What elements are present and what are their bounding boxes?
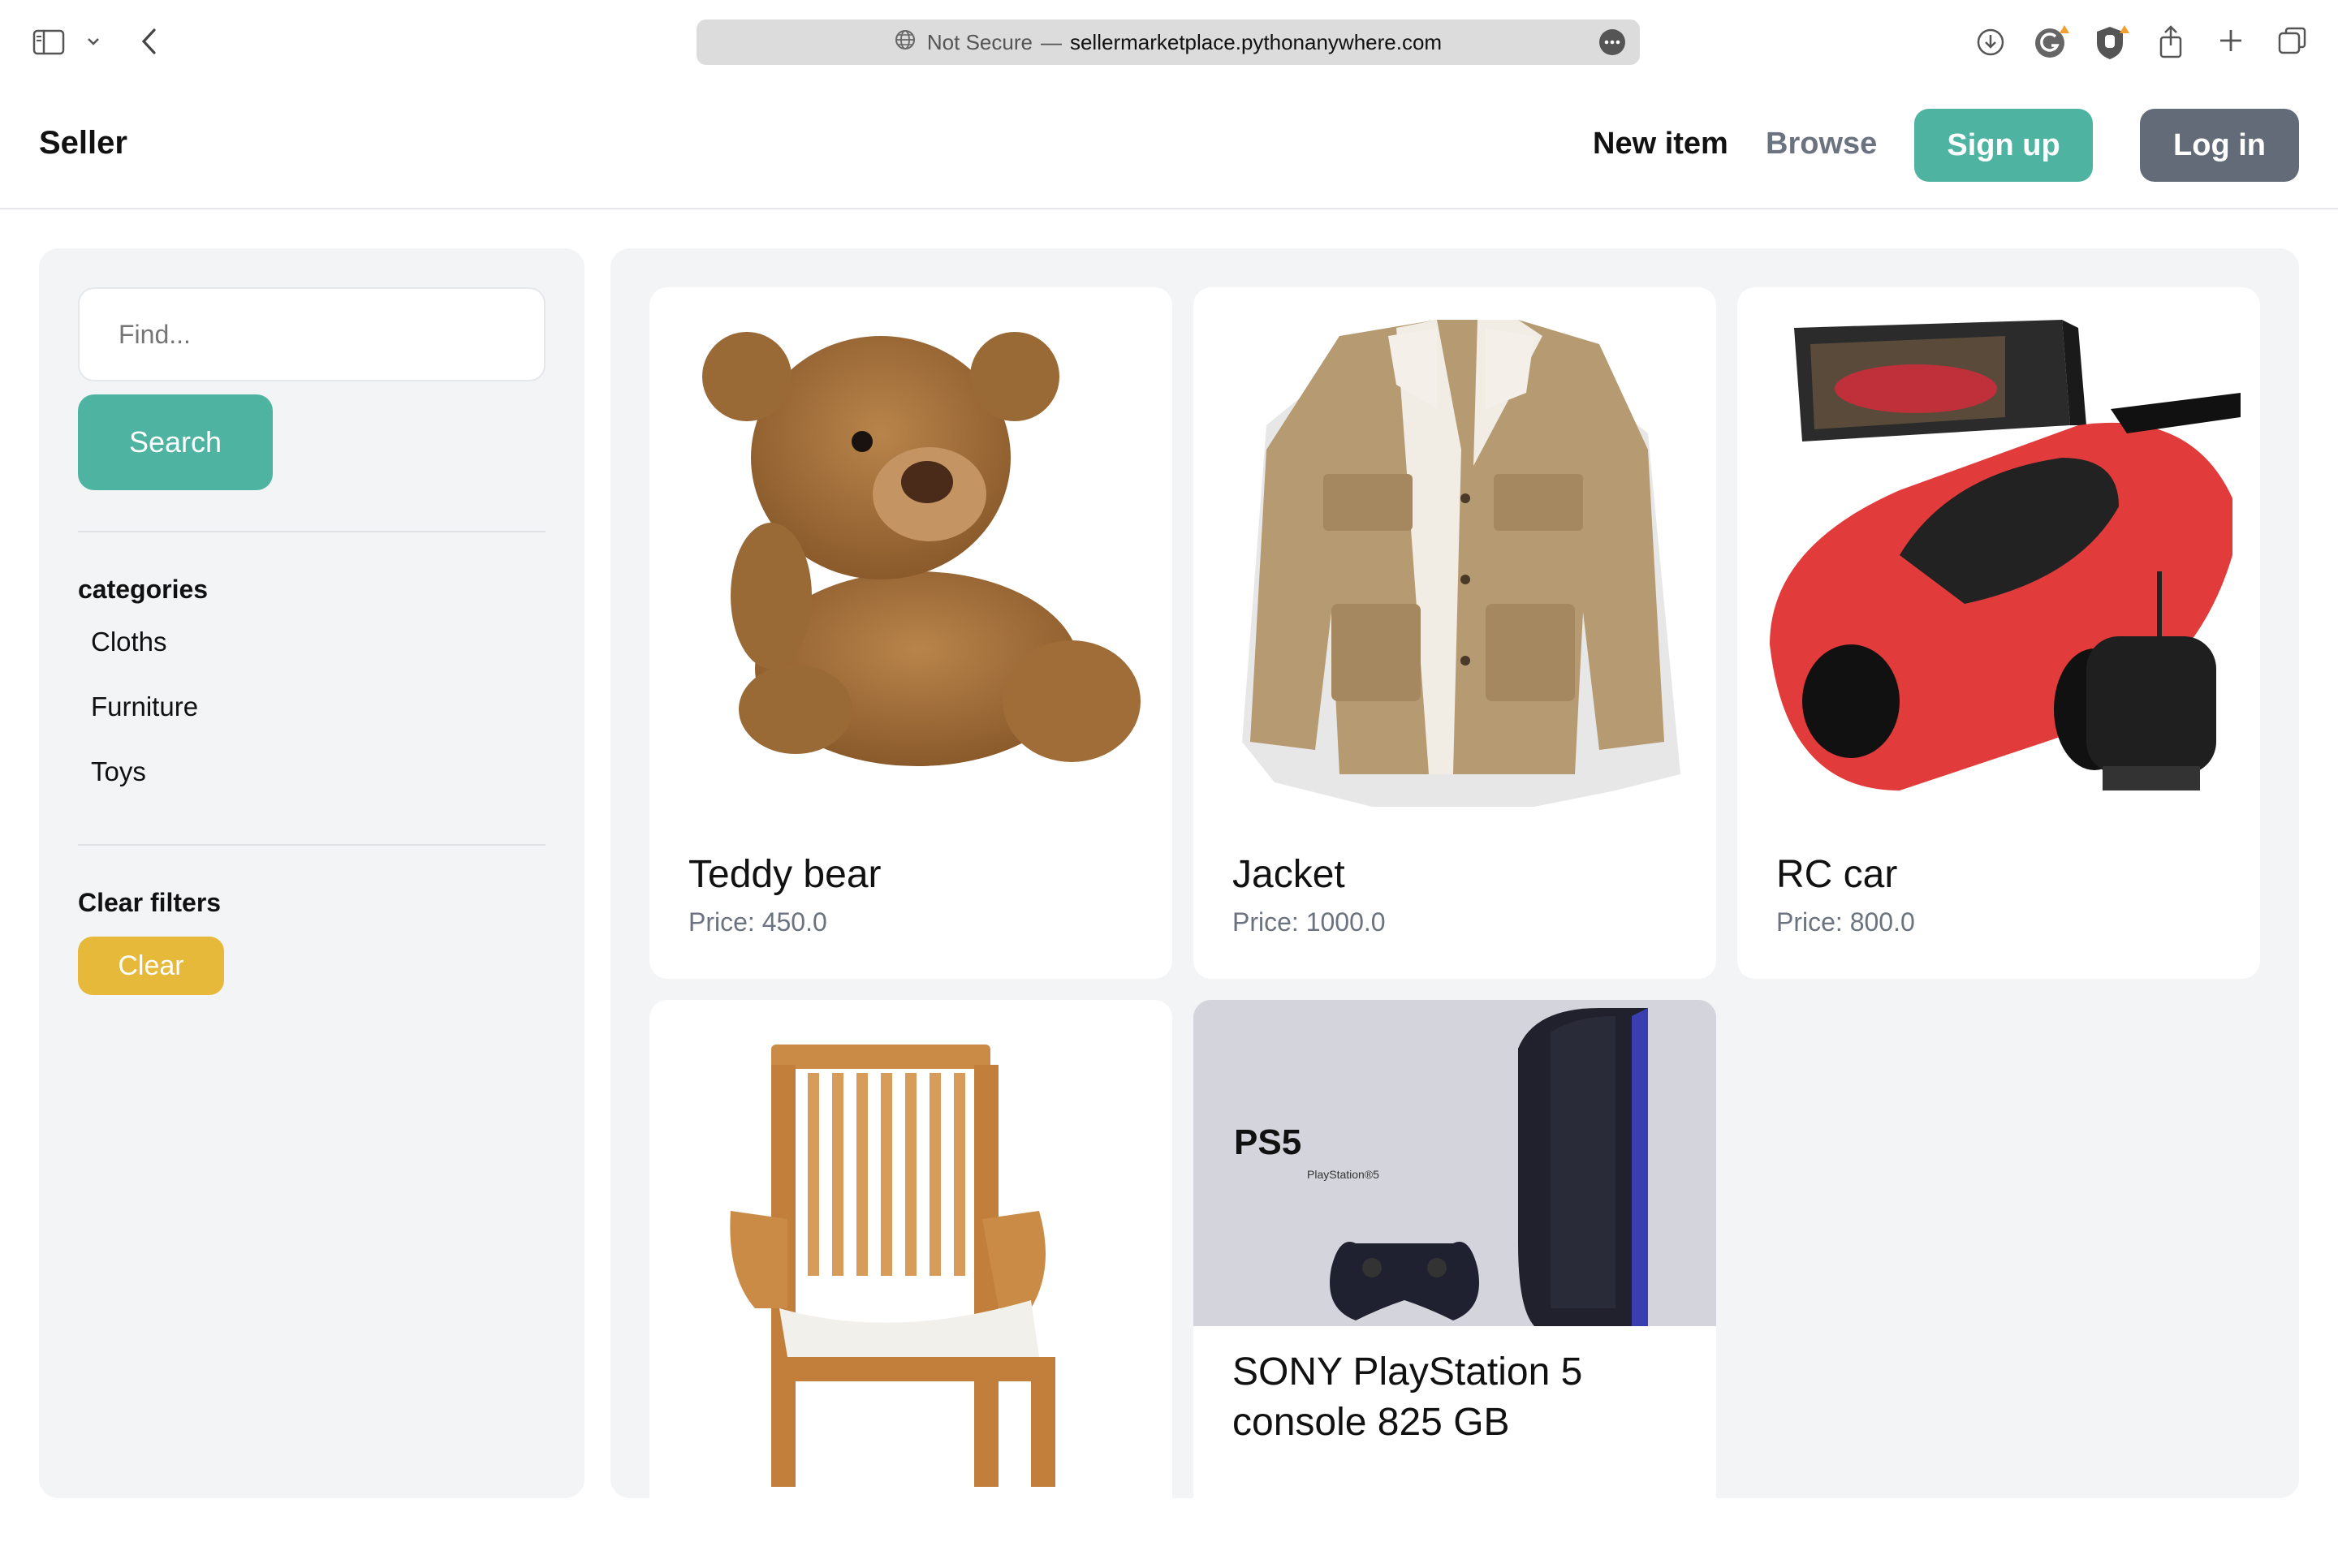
address-bar[interactable]: Not Secure — sellermarketplace.pythonany… [697, 19, 1640, 65]
hand-icon[interactable] [2093, 23, 2132, 62]
category-toys[interactable]: Toys [91, 756, 146, 787]
clear-filters-heading: Clear filters [78, 888, 222, 917]
grammarly-icon[interactable] [2033, 23, 2072, 62]
item-price: Price: 800.0 [1776, 907, 1915, 937]
browser-toolbar: Not Secure — sellermarketplace.pythonany… [0, 0, 2338, 83]
item-card-chair[interactable] [649, 1000, 1172, 1568]
item-title: RC car [1776, 853, 1898, 896]
ps5-logo-subtext: PlayStation®5 [1307, 1168, 1379, 1181]
sidebar-toggle-icon[interactable] [31, 28, 67, 57]
divider [78, 844, 546, 846]
category-furniture[interactable]: Furniture [91, 691, 198, 722]
item-title: SONY PlayStation 5 console 825 GB [1232, 1350, 1583, 1444]
signup-button[interactable]: Sign up [1914, 109, 2093, 182]
ps5-image: PS5 PlayStation®5 [1193, 1000, 1716, 1326]
back-icon[interactable] [136, 26, 162, 57]
item-title: Jacket [1232, 853, 1345, 896]
plus-icon[interactable] [2216, 26, 2245, 55]
clear-button[interactable]: Clear [78, 937, 224, 995]
jacket-image [1193, 287, 1716, 807]
item-price: Price: 1000.0 [1232, 907, 1386, 937]
item-card-jacket[interactable]: Jacket Price: 1000.0 [1193, 287, 1716, 979]
brand-logo[interactable]: Seller [39, 125, 127, 162]
globe-icon [895, 29, 916, 56]
site-header: Seller New item Browse Sign up Log in [0, 83, 2338, 209]
items-grid: Teddy bear Price: 450.0 Jacket Price: 10… [610, 248, 2299, 1568]
item-card-ps5[interactable]: PS5 PlayStation®5 SONY PlayStation 5 con… [1193, 1000, 1716, 1568]
chevron-down-icon[interactable] [84, 32, 102, 50]
rc-car-image [1737, 287, 2260, 807]
divider [78, 531, 546, 532]
url-host: sellermarketplace.pythonanywhere.com [1069, 29, 1443, 54]
item-card-teddy-bear[interactable]: Teddy bear Price: 450.0 [649, 287, 1172, 979]
download-icon[interactable] [1974, 26, 2007, 58]
search-input[interactable] [78, 287, 546, 381]
nav-browse-link[interactable]: Browse [1766, 127, 1877, 162]
ps5-logo-text: PS5 [1234, 1122, 1301, 1162]
categories-heading: categories [78, 575, 209, 604]
share-icon[interactable] [2156, 23, 2185, 60]
tabs-icon[interactable] [2276, 24, 2309, 57]
login-button[interactable]: Log in [2140, 109, 2299, 182]
filter-sidebar: Search categories Cloths Furniture Toys … [39, 248, 584, 1498]
not-secure-label: Not Secure [926, 29, 1033, 54]
category-cloths[interactable]: Cloths [91, 627, 167, 657]
more-icon[interactable] [1599, 29, 1625, 55]
chair-image [649, 1000, 1172, 1487]
teddy-bear-image [649, 287, 1172, 807]
item-title: Teddy bear [688, 853, 882, 896]
url-separator: — [1040, 29, 1062, 54]
item-price: Price: 450.0 [688, 907, 827, 937]
item-card-rc-car[interactable]: RC car Price: 800.0 [1737, 287, 2260, 979]
search-button[interactable]: Search [78, 394, 273, 490]
nav-new-item-link[interactable]: New item [1593, 127, 1728, 162]
